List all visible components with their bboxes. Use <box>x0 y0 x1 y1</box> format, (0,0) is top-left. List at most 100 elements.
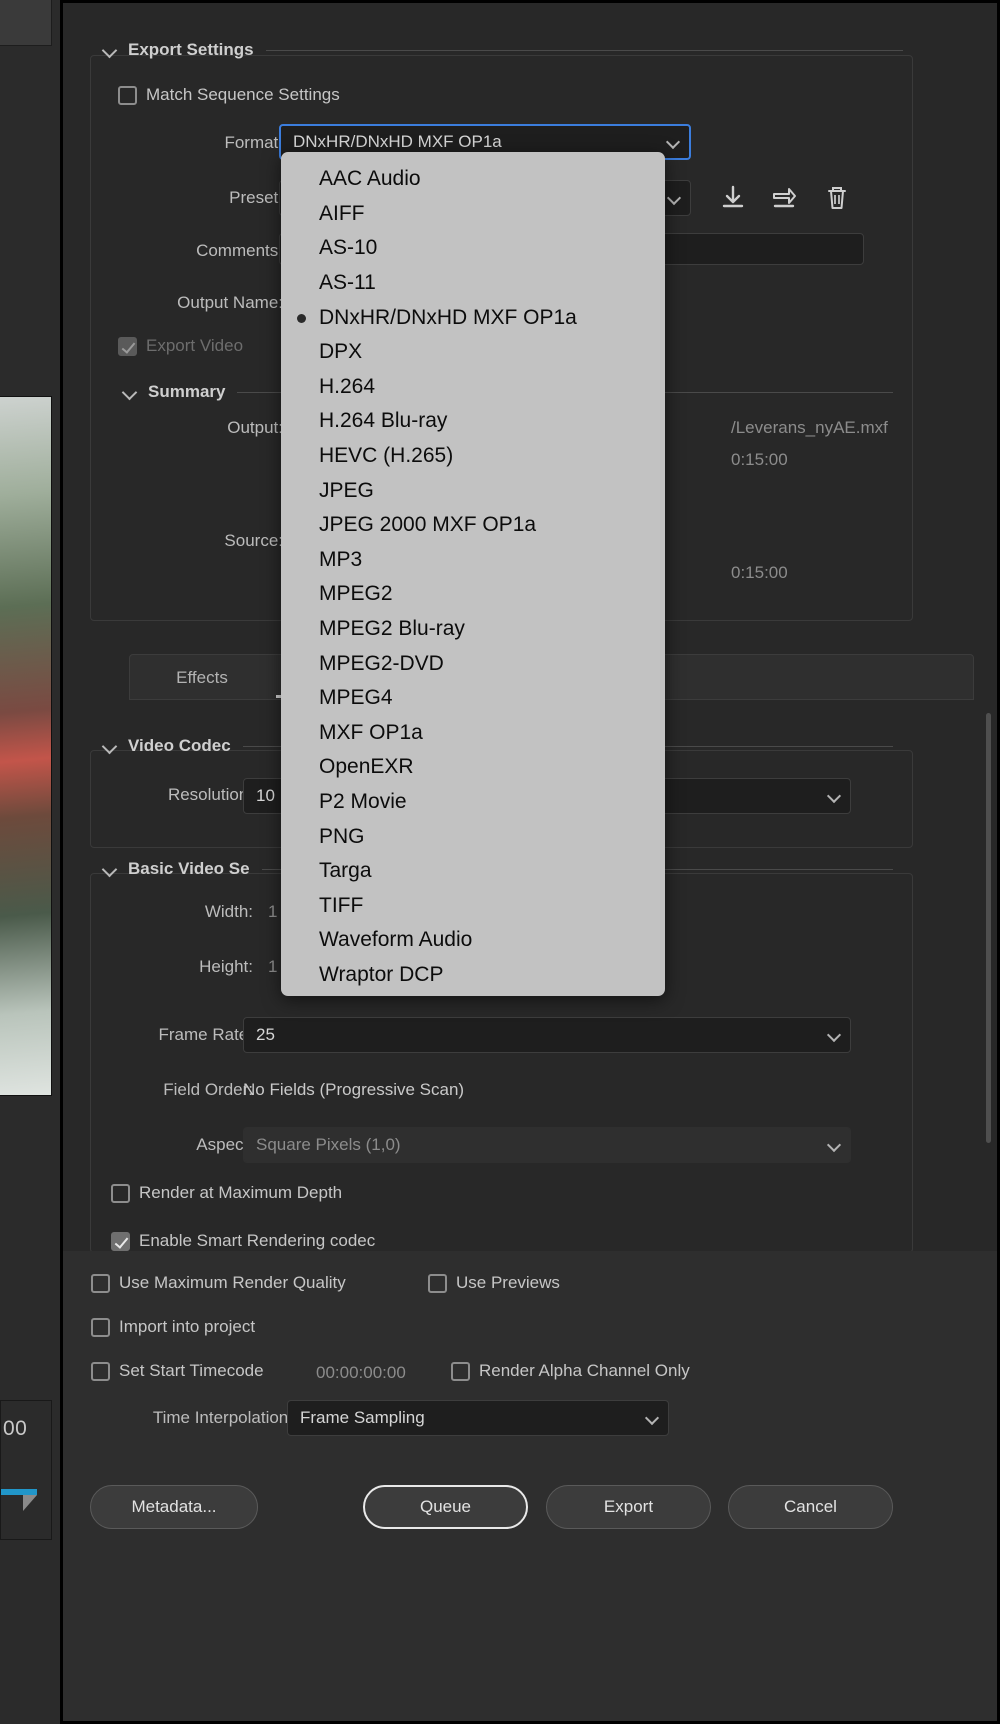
chevron-down-icon[interactable] <box>103 863 116 876</box>
format-menu-item[interactable]: PNG <box>281 819 665 854</box>
metadata-button-label: Metadata... <box>131 1497 217 1516</box>
use-previews-checkbox[interactable] <box>428 1273 447 1293</box>
start-timecode-value[interactable]: 00:00:00:00 <box>316 1363 406 1383</box>
format-menu-item[interactable]: AS-11 <box>281 266 665 301</box>
format-menu-item-label: AS-11 <box>319 271 376 295</box>
summary-source-duration: 0:15:00 <box>731 563 788 582</box>
queue-button[interactable]: Queue <box>363 1485 528 1529</box>
format-menu-item[interactable]: MPEG2 <box>281 577 665 612</box>
frame-rate-value: 25 <box>256 1025 275 1044</box>
format-menu-item[interactable]: H.264 Blu-ray <box>281 404 665 439</box>
import-into-project-label: Import into project <box>119 1317 256 1336</box>
match-sequence-settings-label: Match Sequence Settings <box>146 85 340 104</box>
chevron-down-icon[interactable] <box>829 1142 839 1152</box>
chevron-down-icon[interactable] <box>669 195 679 205</box>
frame-rate-label: Frame Rate: <box>158 1025 253 1044</box>
match-sequence-settings-row[interactable]: Match Sequence Settings <box>118 85 340 105</box>
format-menu-item[interactable]: Wraptor DCP <box>281 958 665 993</box>
use-maximum-render-quality-checkbox[interactable] <box>91 1273 110 1293</box>
import-preset-icon[interactable] <box>767 181 801 215</box>
chevron-down-icon[interactable] <box>829 1032 839 1042</box>
import-into-project-checkbox[interactable] <box>91 1317 110 1337</box>
set-start-timecode-checkbox[interactable] <box>91 1361 110 1381</box>
format-menu-item[interactable]: P2 Movie <box>281 785 665 820</box>
export-settings-header[interactable]: Export Settings <box>103 40 903 60</box>
settings-scrollbar[interactable] <box>986 713 991 1143</box>
use-previews-label: Use Previews <box>456 1273 560 1292</box>
summary-title: Summary <box>148 382 226 401</box>
format-menu-item[interactable]: AS-10 <box>281 231 665 266</box>
format-value: DNxHR/DNxHD MXF OP1a <box>293 132 502 151</box>
field-order-value: No Fields (Progressive Scan) <box>243 1080 465 1099</box>
frame-rate-select[interactable]: 25 <box>243 1017 851 1053</box>
queue-button-label: Queue <box>419 1497 472 1516</box>
render-at-maximum-depth-checkbox[interactable] <box>111 1183 130 1203</box>
chevron-down-icon[interactable] <box>668 139 678 149</box>
aspect-value: Square Pixels (1,0) <box>256 1135 401 1154</box>
format-menu-item[interactable]: HEVC (H.265) <box>281 439 665 474</box>
cancel-button[interactable]: Cancel <box>728 1485 893 1529</box>
use-previews-row[interactable]: Use Previews <box>428 1273 560 1293</box>
format-menu-item-label: MP3 <box>319 547 363 571</box>
use-maximum-render-quality-row[interactable]: Use Maximum Render Quality <box>91 1273 346 1293</box>
aspect-select[interactable]: Square Pixels (1,0) <box>243 1127 851 1163</box>
video-codec-title: Video Codec <box>128 736 231 755</box>
format-menu-item[interactable]: MXF OP1a <box>281 716 665 751</box>
save-preset-icon[interactable] <box>716 181 750 215</box>
render-alpha-channel-only-row[interactable]: Render Alpha Channel Only <box>451 1361 690 1381</box>
enable-smart-rendering-label: Enable Smart Rendering codec <box>139 1231 376 1250</box>
chevron-down-icon[interactable] <box>123 386 136 399</box>
match-sequence-settings-checkbox[interactable] <box>118 85 137 105</box>
aspect-label: Aspect: <box>196 1135 253 1154</box>
metadata-button[interactable]: Metadata... <box>90 1485 258 1529</box>
time-interpolation-value: Frame Sampling <box>300 1408 425 1427</box>
chevron-down-icon[interactable] <box>103 740 116 753</box>
format-menu-item-label: MXF OP1a <box>319 720 423 744</box>
export-video-checkbox[interactable] <box>118 336 137 356</box>
format-menu-item[interactable]: Waveform Audio <box>281 923 665 958</box>
format-menu-item[interactable]: MPEG2-DVD <box>281 646 665 681</box>
chevron-down-icon[interactable] <box>829 793 839 803</box>
format-menu-item[interactable]: JPEG <box>281 473 665 508</box>
chevron-down-icon[interactable] <box>647 1415 657 1425</box>
format-menu-item[interactable]: DNxHR/DNxHD MXF OP1a <box>281 300 665 335</box>
format-label: Format: <box>224 133 283 152</box>
format-menu-item[interactable]: JPEG 2000 MXF OP1a <box>281 508 665 543</box>
format-menu-item[interactable]: MP3 <box>281 543 665 578</box>
format-menu-item[interactable]: DPX <box>281 335 665 370</box>
resolution-value: 10 <box>256 786 275 805</box>
enable-smart-rendering-row[interactable]: Enable Smart Rendering codec <box>111 1231 375 1251</box>
format-menu-item[interactable]: OpenEXR <box>281 750 665 785</box>
resolution-label: Resolution: <box>167 785 253 804</box>
tab-effects[interactable]: Effects <box>142 655 262 701</box>
format-menu-item-label: Targa <box>319 859 372 883</box>
render-alpha-channel-only-checkbox[interactable] <box>451 1361 470 1381</box>
render-at-maximum-depth-row[interactable]: Render at Maximum Depth <box>111 1183 342 1203</box>
format-menu-item[interactable]: H.264 <box>281 370 665 405</box>
render-at-maximum-depth-label: Render at Maximum Depth <box>139 1183 343 1202</box>
chevron-down-icon[interactable] <box>103 44 116 57</box>
export-video-label: Export Video <box>146 336 244 355</box>
summary-source-label: Source: <box>224 531 283 550</box>
format-menu-item[interactable]: Targa <box>281 854 665 889</box>
format-menu-item[interactable]: AAC Audio <box>281 162 665 197</box>
time-interpolation-select[interactable]: Frame Sampling <box>287 1400 669 1436</box>
export-button[interactable]: Export <box>546 1485 711 1529</box>
timeline-panel-stub: 00 <box>0 1400 52 1540</box>
export-video-row[interactable]: Export Video <box>118 336 243 356</box>
format-menu-item[interactable]: AIFF <box>281 197 665 232</box>
format-menu-item[interactable]: TIFF <box>281 888 665 923</box>
timeline-timecode: 00 <box>3 1417 28 1440</box>
delete-preset-icon[interactable] <box>820 181 854 215</box>
format-menu-item-label: AS-10 <box>319 236 378 260</box>
set-start-timecode-row[interactable]: Set Start Timecode <box>91 1361 264 1381</box>
format-menu-item[interactable]: MPEG2 Blu-ray <box>281 612 665 647</box>
import-into-project-row[interactable]: Import into project <box>91 1317 255 1337</box>
width-label: Width: <box>204 902 253 921</box>
format-menu-item-label: MPEG2 Blu-ray <box>319 617 465 641</box>
format-menu-item-label: PNG <box>319 824 365 848</box>
height-label: Height: <box>199 957 253 976</box>
format-dropdown-menu[interactable]: AAC Audio AIFF AS-10 AS-11 DNxHR/DNxHD MXF O… <box>281 152 665 996</box>
format-menu-item[interactable]: MPEG4 <box>281 681 665 716</box>
enable-smart-rendering-checkbox[interactable] <box>111 1231 130 1251</box>
